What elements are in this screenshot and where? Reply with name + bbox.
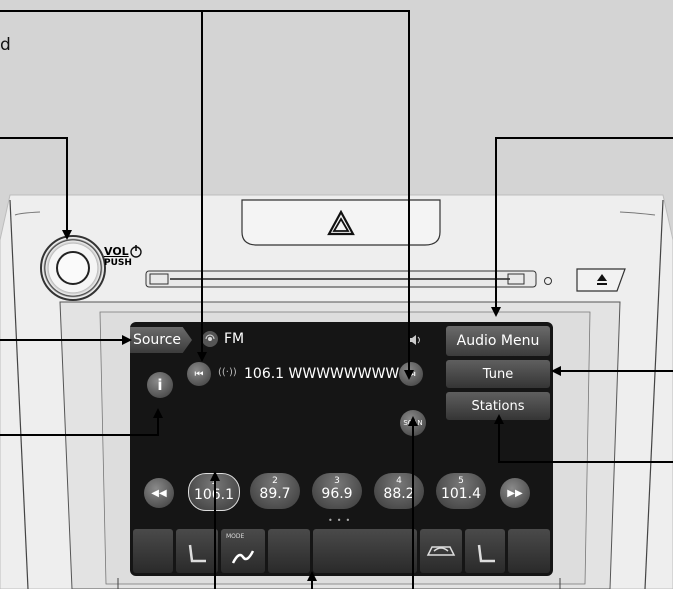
preset-number: 2 bbox=[272, 476, 278, 486]
source-label: Source bbox=[132, 332, 182, 348]
recirculation-icon bbox=[426, 546, 456, 556]
volume-knob[interactable] bbox=[40, 235, 106, 301]
preset-frequency: 88.2 bbox=[383, 486, 415, 502]
airflow-icon bbox=[231, 550, 255, 564]
skip-forward-button[interactable]: ⏭ bbox=[399, 362, 423, 386]
seek-forward-button[interactable]: ▶▶ bbox=[500, 478, 530, 508]
mode-label: MODE bbox=[226, 533, 245, 540]
station-text: 106.1 WWWWWWWW bbox=[244, 366, 400, 382]
signal-icon: ((·)) bbox=[218, 367, 237, 378]
info-icon: i bbox=[157, 376, 163, 394]
preset-number: 3 bbox=[334, 476, 340, 486]
band-label: FM bbox=[224, 331, 245, 347]
bottom-key-left[interactable] bbox=[133, 529, 173, 573]
seat-heater-icon bbox=[477, 544, 495, 563]
skip-forward-icon: ⏭ bbox=[406, 368, 416, 380]
volume-knob-center bbox=[56, 251, 90, 285]
scan-button[interactable]: SCAN bbox=[400, 410, 426, 436]
climate-mode-button[interactable]: MODE bbox=[221, 529, 265, 573]
preset-button[interactable]: 3 96.9 bbox=[312, 473, 362, 509]
audio-screen: Source FM Audio Menu ⏮ ((·)) 106.1 WWWWW… bbox=[130, 322, 553, 576]
fast-forward-icon: ▶▶ bbox=[507, 487, 523, 499]
rewind-icon: ◀◀ bbox=[151, 487, 167, 499]
audio-menu-button[interactable]: Audio Menu bbox=[446, 326, 550, 356]
push-label: PUSH bbox=[104, 258, 132, 268]
preset-button[interactable]: 2 89.7 bbox=[250, 473, 300, 509]
climate-control-bar[interactable] bbox=[313, 529, 417, 573]
preset-frequency: 89.7 bbox=[259, 486, 291, 502]
preset-button[interactable]: 4 88.2 bbox=[374, 473, 424, 509]
seat-heater-icon bbox=[188, 544, 206, 563]
preset-frequency: 101.4 bbox=[440, 486, 482, 502]
seat-heater-left-button[interactable] bbox=[176, 529, 218, 573]
recirculation-button[interactable] bbox=[420, 529, 462, 573]
preset-number: 1 bbox=[211, 477, 217, 487]
tune-label: Tune bbox=[482, 366, 514, 382]
seek-back-button[interactable]: ◀◀ bbox=[144, 478, 174, 508]
info-button[interactable]: i bbox=[147, 372, 173, 398]
skip-back-icon: ⏮ bbox=[194, 368, 204, 380]
vol-label: VOL bbox=[104, 245, 129, 258]
source-button[interactable]: Source bbox=[130, 327, 192, 353]
bottom-key-fan[interactable] bbox=[268, 529, 310, 573]
skip-back-button[interactable]: ⏮ bbox=[187, 362, 211, 386]
seat-heater-right-button[interactable] bbox=[465, 529, 505, 573]
bottom-key-right[interactable] bbox=[508, 529, 550, 573]
preset-number: 4 bbox=[396, 476, 402, 486]
stations-label: Stations bbox=[471, 398, 525, 414]
preset-button[interactable]: 5 101.4 bbox=[436, 473, 486, 509]
stations-button[interactable]: Stations bbox=[446, 392, 550, 420]
preset-number: 5 bbox=[458, 476, 464, 486]
page-indicator: ••• bbox=[328, 516, 355, 525]
hazard-icon[interactable] bbox=[327, 210, 355, 236]
volume-icon bbox=[408, 335, 420, 345]
preset-frequency: 96.9 bbox=[321, 486, 353, 502]
preset-frequency: 106.1 bbox=[193, 487, 235, 503]
eject-button[interactable] bbox=[575, 265, 629, 293]
preset-button[interactable]: 1 106.1 bbox=[188, 473, 240, 511]
tune-button[interactable]: Tune bbox=[446, 360, 550, 388]
radio-icon bbox=[202, 331, 218, 347]
scan-label: SCAN bbox=[403, 419, 423, 427]
power-icon bbox=[130, 245, 142, 258]
audio-menu-label: Audio Menu bbox=[456, 333, 540, 349]
